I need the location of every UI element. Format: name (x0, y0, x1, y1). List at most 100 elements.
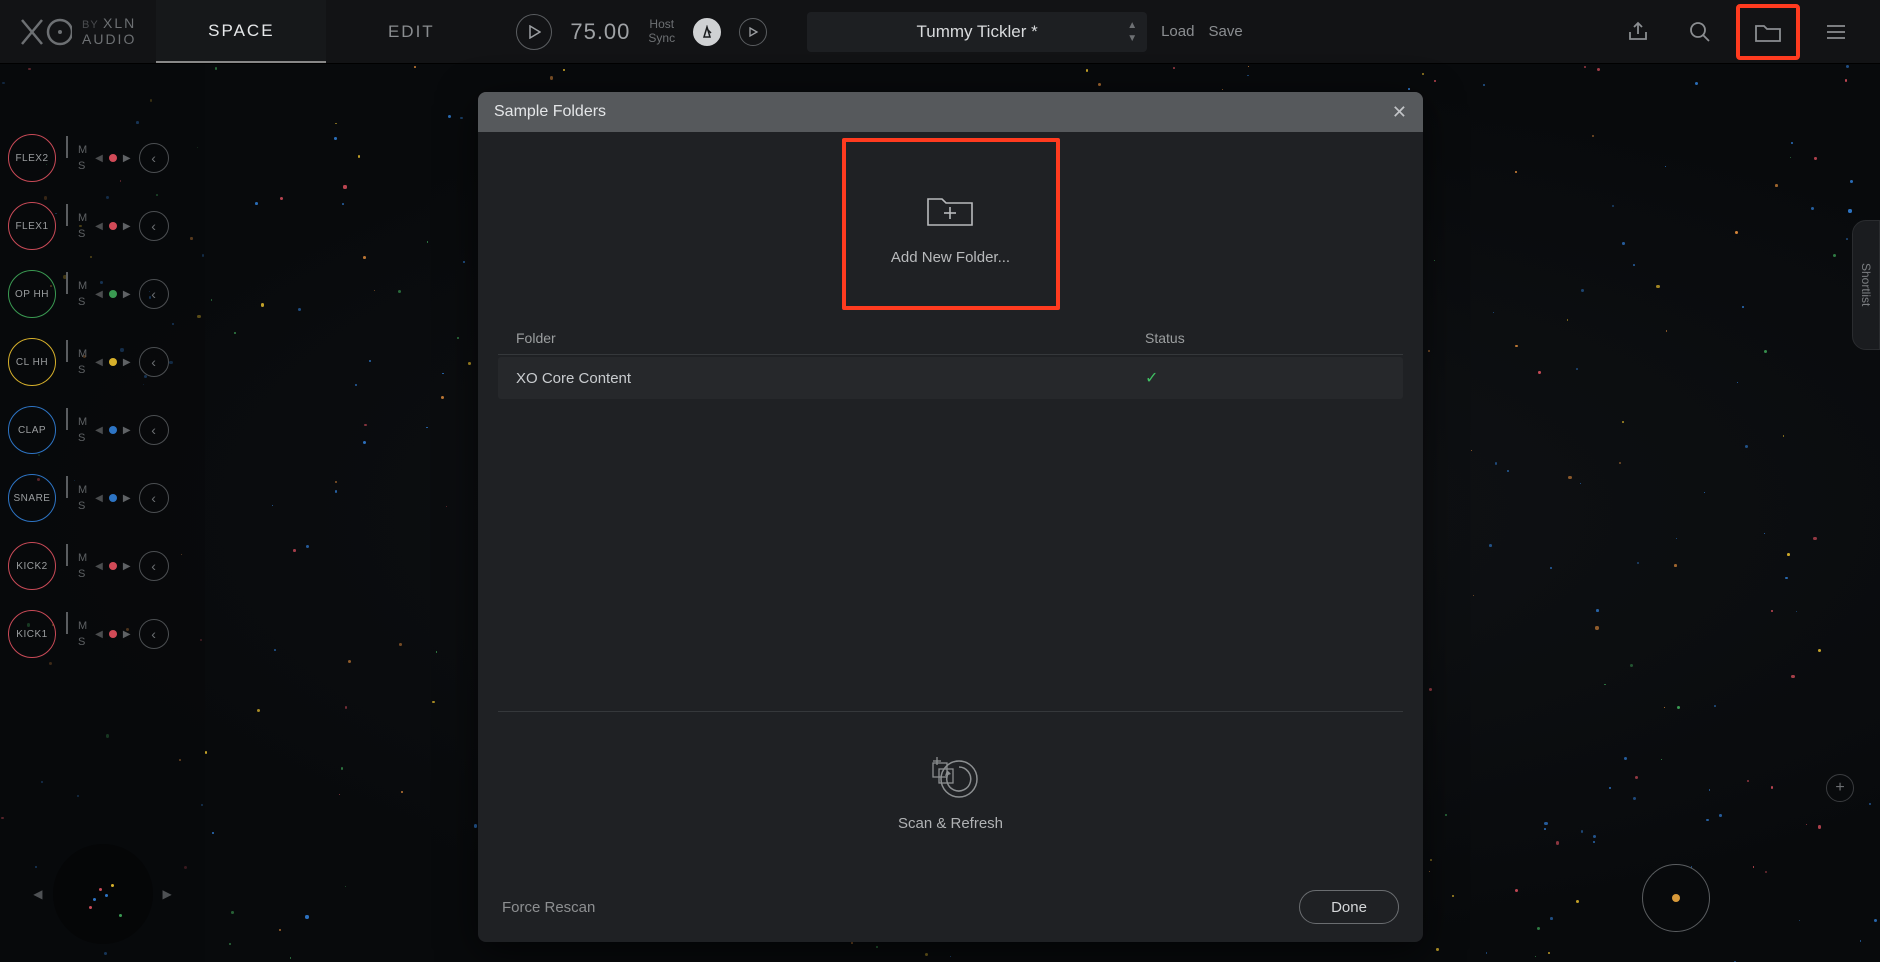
solo-button[interactable]: S (78, 568, 87, 580)
channel-select[interactable]: FLEX2 (8, 134, 56, 182)
sample-dot[interactable] (1537, 927, 1540, 930)
sample-dot[interactable] (1771, 610, 1773, 612)
sample-dot[interactable] (1428, 350, 1430, 352)
sample-dot[interactable] (1086, 69, 1088, 71)
export-icon[interactable] (1612, 6, 1664, 58)
sample-dot[interactable] (369, 360, 372, 363)
sample-dot[interactable] (1604, 684, 1606, 686)
shortlist-tab[interactable]: Shortlist (1852, 220, 1880, 350)
tempo-value[interactable]: 75.00 (570, 19, 630, 45)
sample-dot[interactable] (1791, 675, 1794, 678)
sample-dot[interactable] (279, 929, 280, 930)
sample-dot[interactable] (1806, 824, 1808, 826)
host-sync-label[interactable]: Host Sync (648, 18, 675, 44)
sample-dot[interactable] (463, 261, 465, 263)
sample-dot[interactable] (1814, 157, 1816, 159)
sample-dot[interactable] (950, 956, 951, 957)
sample-dot[interactable] (1624, 757, 1627, 760)
sample-dot[interactable] (274, 649, 276, 651)
sample-dot[interactable] (1633, 264, 1635, 266)
sample-dot[interactable] (305, 915, 308, 918)
menu-icon[interactable] (1810, 6, 1862, 58)
channel-select[interactable]: FLEX1 (8, 202, 56, 250)
prev-sample[interactable]: ◀ (95, 357, 103, 368)
play-sample[interactable]: ▶ (123, 425, 131, 436)
prev-sample[interactable]: ◀ (95, 493, 103, 504)
sample-dot[interactable] (1593, 835, 1596, 838)
sample-dot[interactable] (255, 202, 258, 205)
sample-dot[interactable] (1704, 492, 1705, 493)
mute-button[interactable]: M (78, 348, 87, 360)
scan-refresh-icon[interactable] (923, 753, 979, 801)
sample-dot[interactable] (231, 911, 234, 914)
solo-button[interactable]: S (78, 364, 87, 376)
sample-dot[interactable] (1709, 789, 1711, 791)
preset-stepper[interactable]: ▲ ▼ (1127, 20, 1137, 44)
play-button[interactable] (516, 14, 552, 50)
force-rescan-button[interactable]: Force Rescan (502, 899, 595, 916)
sample-dot[interactable] (1429, 871, 1430, 872)
save-button[interactable]: Save (1208, 23, 1242, 40)
sample-dot[interactable] (1833, 254, 1836, 257)
play-sample[interactable]: ▶ (123, 357, 131, 368)
sample-dot[interactable] (1796, 611, 1797, 612)
sample-dot[interactable] (1595, 626, 1598, 629)
search-icon[interactable] (1674, 6, 1726, 58)
sample-dot[interactable] (348, 660, 351, 663)
minimap-next[interactable]: ▶ (163, 887, 172, 901)
sample-dot[interactable] (1619, 462, 1621, 464)
loop-play-button[interactable] (739, 18, 767, 46)
sample-dot[interactable] (1630, 664, 1633, 667)
sample-dot[interactable] (1408, 88, 1409, 89)
sample-dot[interactable] (1714, 705, 1716, 707)
mute-button[interactable]: M (78, 212, 87, 224)
sample-dot[interactable] (1787, 553, 1790, 556)
sample-dot[interactable] (364, 424, 366, 426)
folder-icon[interactable] (1736, 4, 1800, 60)
sample-dot[interactable] (436, 651, 438, 653)
sample-dot[interactable] (335, 123, 336, 124)
mute-button[interactable]: M (78, 552, 87, 564)
channel-level[interactable] (64, 146, 70, 170)
swap-sample[interactable]: ‹ (139, 483, 169, 513)
sample-dot[interactable] (1633, 797, 1636, 800)
sample-dot[interactable] (1495, 462, 1497, 464)
sample-dot[interactable] (414, 66, 416, 68)
sample-dot[interactable] (1765, 871, 1767, 873)
sample-dot[interactable] (257, 709, 260, 712)
sample-dot[interactable] (427, 241, 428, 242)
sample-dot[interactable] (1430, 859, 1432, 861)
swap-sample[interactable]: ‹ (139, 619, 169, 649)
tab-edit[interactable]: EDIT (326, 0, 496, 63)
chevron-down-icon[interactable]: ▼ (1127, 33, 1137, 44)
sample-dot[interactable] (1567, 319, 1568, 320)
sample-dot[interactable] (1581, 830, 1583, 832)
sample-dot[interactable] (1674, 564, 1677, 567)
sample-dot[interactable] (1581, 289, 1584, 292)
sample-dot[interactable] (441, 396, 444, 399)
sample-dot[interactable] (1612, 205, 1614, 207)
solo-button[interactable]: S (78, 432, 87, 444)
sample-dot[interactable] (550, 76, 553, 79)
sample-dot[interactable] (1473, 595, 1474, 596)
sample-dot[interactable] (341, 767, 344, 770)
sample-dot[interactable] (1580, 483, 1581, 484)
sample-dot[interactable] (339, 794, 340, 795)
sample-dot[interactable] (1592, 135, 1594, 137)
play-sample[interactable]: ▶ (123, 153, 131, 164)
sample-dot[interactable] (1771, 786, 1773, 788)
solo-button[interactable]: S (78, 296, 87, 308)
play-sample[interactable]: ▶ (123, 289, 131, 300)
sample-dot[interactable] (1173, 67, 1175, 69)
close-icon[interactable]: ✕ (1392, 102, 1407, 123)
sample-dot[interactable] (1515, 345, 1517, 347)
channel-level[interactable] (64, 622, 70, 646)
sample-dot[interactable] (1665, 166, 1667, 168)
sample-dot[interactable] (1422, 73, 1424, 75)
solo-button[interactable]: S (78, 228, 87, 240)
channel-level[interactable] (64, 214, 70, 238)
sample-dot[interactable] (343, 185, 346, 188)
sample-dot[interactable] (448, 115, 451, 118)
sample-dot[interactable] (1818, 825, 1821, 828)
sample-dot[interactable] (272, 505, 274, 507)
